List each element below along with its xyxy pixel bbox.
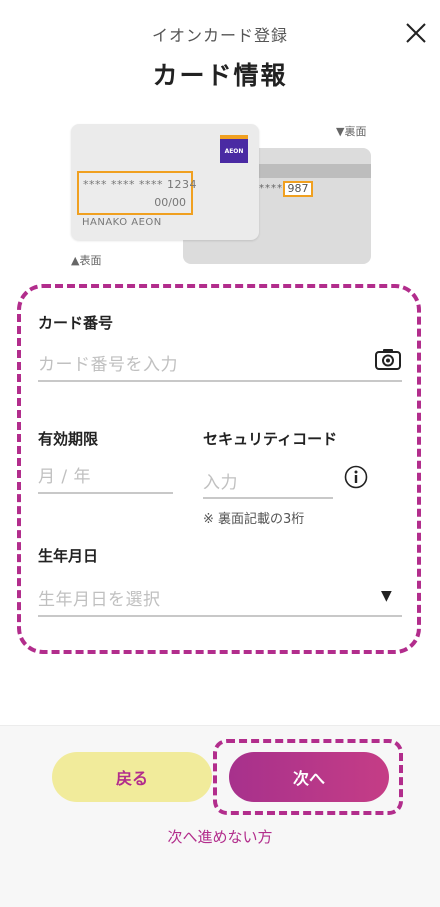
security-code-placeholder: 入力: [203, 473, 238, 493]
page-title: カード情報: [152, 61, 288, 90]
card-holder-name: HANAKO AEON: [82, 217, 162, 228]
back-button[interactable]: 戻る: [52, 752, 212, 802]
card-number-placeholder: カード番号を入力: [38, 355, 178, 375]
birthdate-select[interactable]: 生年月日を選択: [38, 575, 402, 617]
card-back-label: ▼裏面: [336, 125, 367, 138]
camera-icon: [375, 349, 401, 370]
next-button[interactable]: 次へ: [229, 752, 389, 802]
security-code-label: セキュリティコード: [203, 430, 338, 448]
caret-down-icon: ▼: [381, 588, 392, 604]
info-icon: [344, 465, 368, 489]
card-front-label: ▲表面: [71, 254, 102, 267]
card-number-label: カード番号: [38, 314, 114, 332]
cannot-proceed-link[interactable]: 次へ進めない方: [0, 826, 440, 847]
close-icon: [406, 23, 426, 43]
card-number-sample: **** **** **** 1234: [83, 178, 197, 191]
card-front-illustration: AEON **** **** **** 1234 00/00 HANAKO AE…: [71, 124, 259, 240]
close-button[interactable]: [403, 20, 429, 46]
expiry-sample: 00/00: [154, 196, 186, 209]
security-code-help-button[interactable]: [344, 465, 368, 489]
expiry-input[interactable]: 月 / 年: [38, 454, 173, 494]
birthdate-placeholder: 生年月日を選択: [38, 590, 161, 610]
card-number-input[interactable]: カード番号を入力: [38, 340, 402, 382]
security-code-note: ※ 裏面記載の3桁: [203, 512, 305, 527]
cvv-mask: ****: [259, 183, 283, 194]
header-subtitle: イオンカード登録: [151, 26, 288, 45]
cvv-sample: 987: [283, 181, 313, 197]
camera-scan-button[interactable]: [375, 348, 401, 370]
security-code-input[interactable]: 入力: [203, 458, 333, 499]
card-number-highlight: **** **** **** 1234 00/00: [77, 171, 196, 215]
expiry-label: 有効期限: [38, 430, 99, 448]
aeon-logo: AEON: [220, 135, 248, 163]
expiry-placeholder: 月 / 年: [38, 467, 92, 487]
birthdate-label: 生年月日: [38, 547, 99, 565]
